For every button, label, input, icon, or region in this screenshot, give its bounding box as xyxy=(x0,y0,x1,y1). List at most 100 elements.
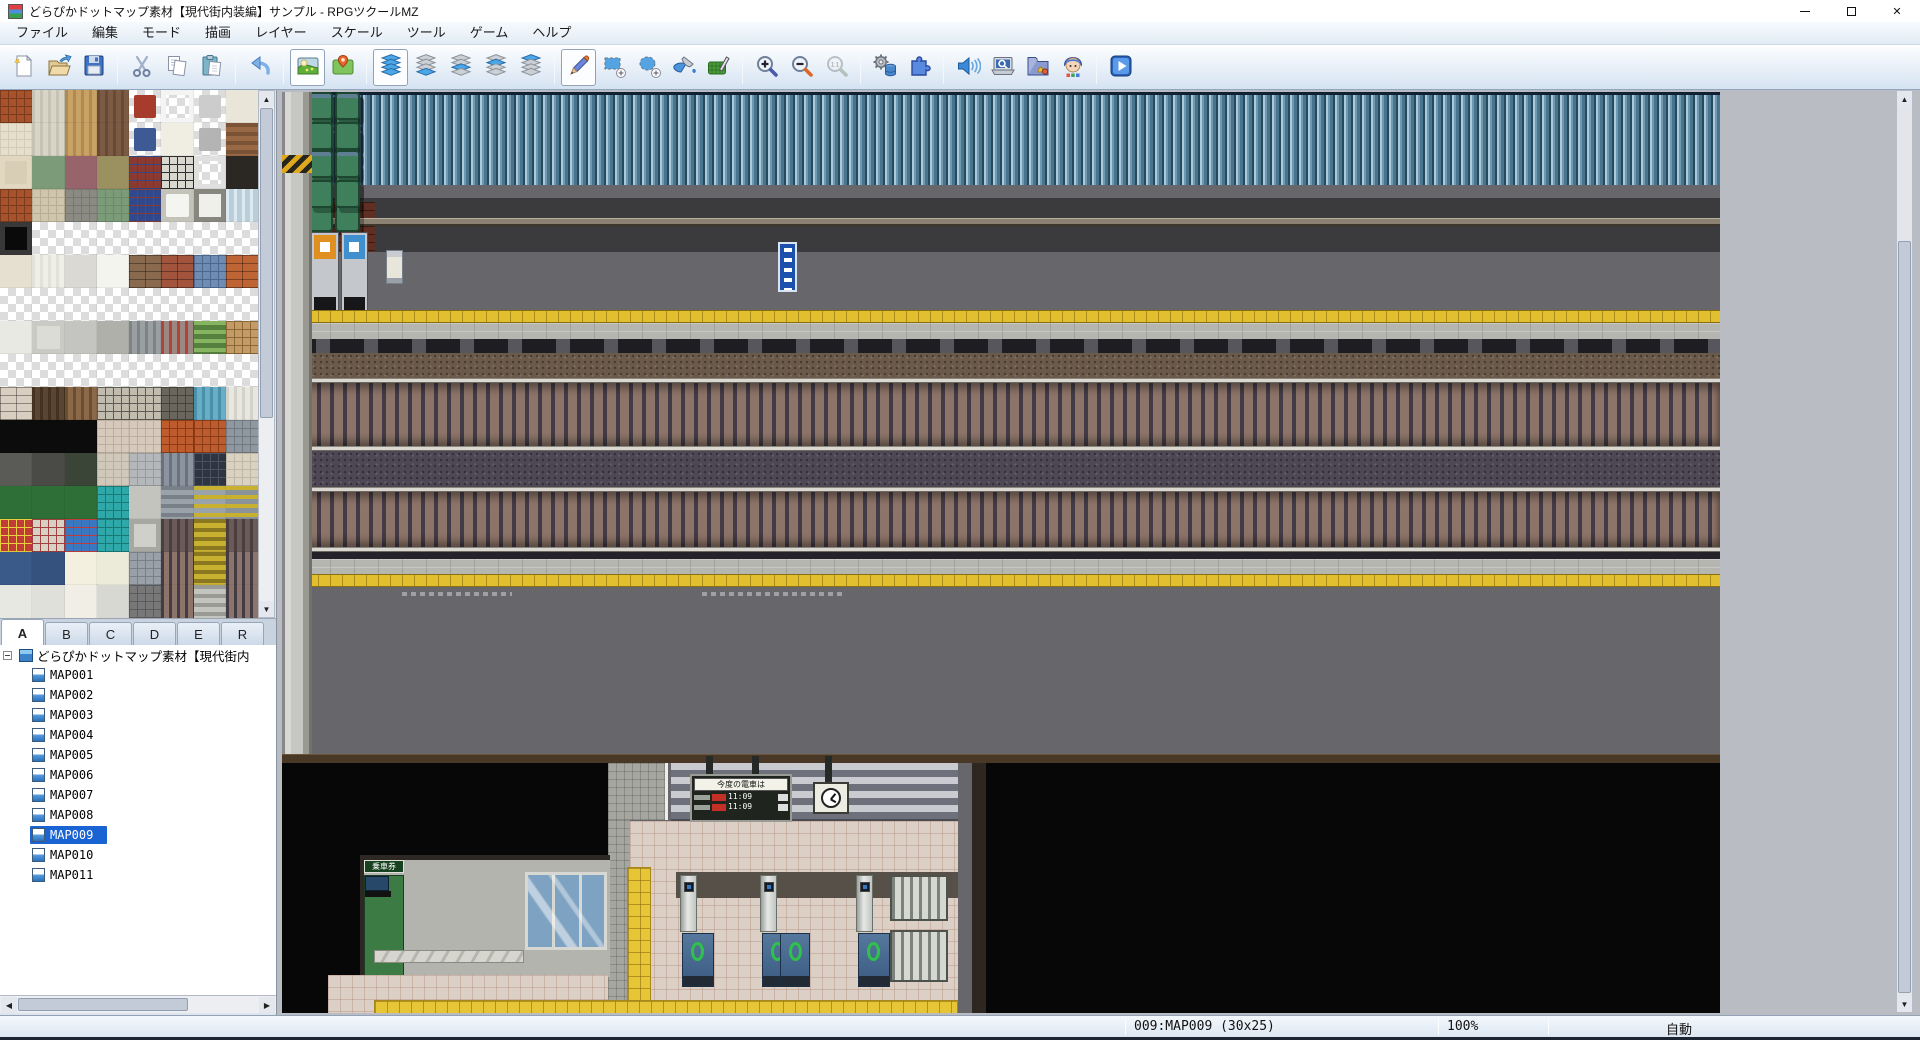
palette-tile[interactable] xyxy=(97,552,129,585)
palette-tile[interactable] xyxy=(161,123,193,156)
palette-scroll-thumb[interactable] xyxy=(260,108,273,418)
collapse-icon[interactable] xyxy=(3,651,12,660)
palette-tile[interactable] xyxy=(97,189,129,222)
palette-tile[interactable] xyxy=(65,354,97,387)
palette-tile[interactable] xyxy=(129,453,161,486)
palette-tile[interactable] xyxy=(0,222,32,255)
palette-tile[interactable] xyxy=(97,288,129,321)
palette-tile[interactable] xyxy=(97,486,129,519)
palette-tile[interactable] xyxy=(32,552,64,585)
palette-tile[interactable] xyxy=(226,387,258,420)
toolbar-button-tool-pencil[interactable] xyxy=(561,49,596,86)
palette-tile[interactable] xyxy=(161,519,193,552)
toolbar-button-copy[interactable] xyxy=(159,49,194,86)
palette-tile[interactable] xyxy=(161,156,193,189)
toolbar-button-undo[interactable] xyxy=(242,49,277,86)
palette-tile[interactable] xyxy=(0,420,32,453)
palette-tile[interactable] xyxy=(32,387,64,420)
palette-tile[interactable] xyxy=(97,420,129,453)
palette-tile[interactable] xyxy=(32,222,64,255)
palette-tile[interactable] xyxy=(161,420,193,453)
palette-tile[interactable] xyxy=(65,222,97,255)
tree-item-MAP008[interactable]: MAP008 xyxy=(0,805,276,825)
palette-tile[interactable] xyxy=(226,90,258,123)
toolbar-button-new-file[interactable] xyxy=(6,49,41,86)
palette-tile[interactable] xyxy=(32,90,64,123)
tree-scroll-thumb[interactable] xyxy=(18,998,188,1011)
palette-tile[interactable] xyxy=(32,486,64,519)
palette-tab-R[interactable]: R xyxy=(221,622,264,646)
palette-tile[interactable] xyxy=(161,453,193,486)
palette-tile[interactable] xyxy=(226,123,258,156)
palette-tile[interactable] xyxy=(0,90,32,123)
palette-tile[interactable] xyxy=(65,255,97,288)
palette-tile[interactable] xyxy=(129,156,161,189)
palette-tile[interactable] xyxy=(194,552,226,585)
palette-tile[interactable] xyxy=(194,354,226,387)
tree-item-MAP006[interactable]: MAP006 xyxy=(0,765,276,785)
palette-tile[interactable] xyxy=(226,420,258,453)
map-scroll-up-icon[interactable]: ▲ xyxy=(1897,91,1912,107)
palette-tile[interactable] xyxy=(194,123,226,156)
palette-tile[interactable] xyxy=(226,552,258,585)
toolbar-button-save[interactable] xyxy=(76,49,111,86)
palette-tile[interactable] xyxy=(194,321,226,354)
palette-tile[interactable] xyxy=(161,288,193,321)
palette-tile[interactable] xyxy=(129,519,161,552)
palette-tile[interactable] xyxy=(97,585,129,618)
palette-tile[interactable] xyxy=(0,321,32,354)
palette-tile[interactable] xyxy=(194,255,226,288)
palette-tile[interactable] xyxy=(32,420,64,453)
palette-tile[interactable] xyxy=(32,189,64,222)
menu-item-スケール[interactable]: スケール xyxy=(319,22,395,44)
toolbar-button-paste[interactable] xyxy=(194,49,229,86)
palette-tile[interactable] xyxy=(97,222,129,255)
palette-tile[interactable] xyxy=(0,585,32,618)
palette-tile[interactable] xyxy=(97,255,129,288)
palette-scroll-up-icon[interactable]: ▲ xyxy=(259,91,274,107)
palette-tile[interactable] xyxy=(32,288,64,321)
palette-tile[interactable] xyxy=(65,387,97,420)
minimize-button[interactable] xyxy=(1782,0,1828,22)
toolbar-button-layer-4[interactable] xyxy=(513,49,548,86)
palette-tile[interactable] xyxy=(0,519,32,552)
palette-tile[interactable] xyxy=(0,255,32,288)
toolbar-button-cut[interactable] xyxy=(124,49,159,86)
palette-tile[interactable] xyxy=(32,453,64,486)
palette-tile[interactable] xyxy=(129,387,161,420)
palette-tile[interactable] xyxy=(65,552,97,585)
toolbar-button-layer-auto[interactable] xyxy=(373,49,408,86)
palette-tile[interactable] xyxy=(65,321,97,354)
tree-item-MAP010[interactable]: MAP010 xyxy=(0,845,276,865)
palette-tile[interactable] xyxy=(161,321,193,354)
palette-tile[interactable] xyxy=(0,123,32,156)
toolbar-button-resource-manager[interactable] xyxy=(1020,49,1055,86)
tree-item-MAP002[interactable]: MAP002 xyxy=(0,685,276,705)
palette-tile[interactable] xyxy=(65,519,97,552)
palette-tile[interactable] xyxy=(161,585,193,618)
palette-tile[interactable] xyxy=(0,354,32,387)
palette-tile[interactable] xyxy=(0,486,32,519)
palette-tile[interactable] xyxy=(129,585,161,618)
toolbar-button-playtest[interactable] xyxy=(1103,49,1138,86)
palette-tile[interactable] xyxy=(194,90,226,123)
toolbar-button-event-search[interactable] xyxy=(985,49,1020,86)
palette-tile[interactable] xyxy=(226,156,258,189)
palette-tile[interactable] xyxy=(0,387,32,420)
tree-item-MAP004[interactable]: MAP004 xyxy=(0,725,276,745)
palette-tile[interactable] xyxy=(65,585,97,618)
palette-tab-B[interactable]: B xyxy=(45,622,88,646)
palette-tile[interactable] xyxy=(194,519,226,552)
palette-tile[interactable] xyxy=(129,189,161,222)
palette-tile[interactable] xyxy=(97,453,129,486)
palette-tile[interactable] xyxy=(194,420,226,453)
palette-tile[interactable] xyxy=(65,420,97,453)
palette-tile[interactable] xyxy=(97,321,129,354)
palette-tile[interactable] xyxy=(161,486,193,519)
palette-tab-C[interactable]: C xyxy=(89,622,132,646)
palette-tile[interactable] xyxy=(129,486,161,519)
palette-tile[interactable] xyxy=(97,354,129,387)
toolbar-button-layer-3[interactable] xyxy=(478,49,513,86)
palette-tile[interactable] xyxy=(194,222,226,255)
tileset-palette[interactable] xyxy=(0,90,258,618)
